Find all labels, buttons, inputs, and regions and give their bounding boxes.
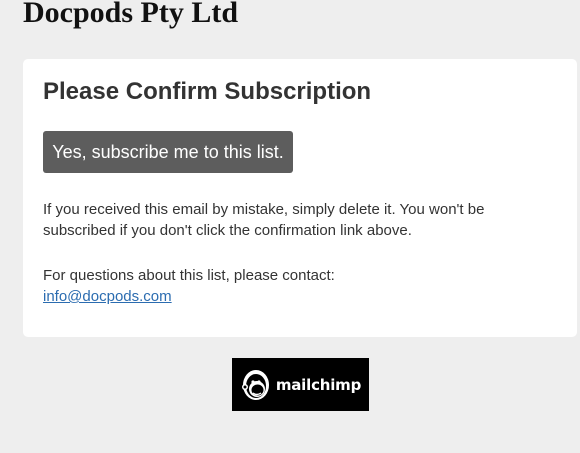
- mailchimp-badge[interactable]: mailchimp: [232, 358, 369, 411]
- confirmation-card: Please Confirm Subscription Yes, subscri…: [23, 59, 577, 337]
- contact-info: For questions about this list, please co…: [43, 265, 555, 307]
- mailchimp-freddie-icon: [241, 369, 269, 400]
- mailchimp-wordmark: mailchimp: [275, 375, 362, 394]
- mistake-message: If you received this email by mistake, s…: [43, 201, 485, 239]
- organization-name: Docpods Pty Ltd: [23, 0, 239, 29]
- contact-email-link[interactable]: info@docpods.com: [43, 288, 172, 305]
- contact-prompt: For questions about this list, please co…: [43, 267, 335, 284]
- page-title: Please Confirm Subscription: [43, 78, 372, 105]
- confirm-subscription-button[interactable]: Yes, subscribe me to this list.: [43, 131, 293, 173]
